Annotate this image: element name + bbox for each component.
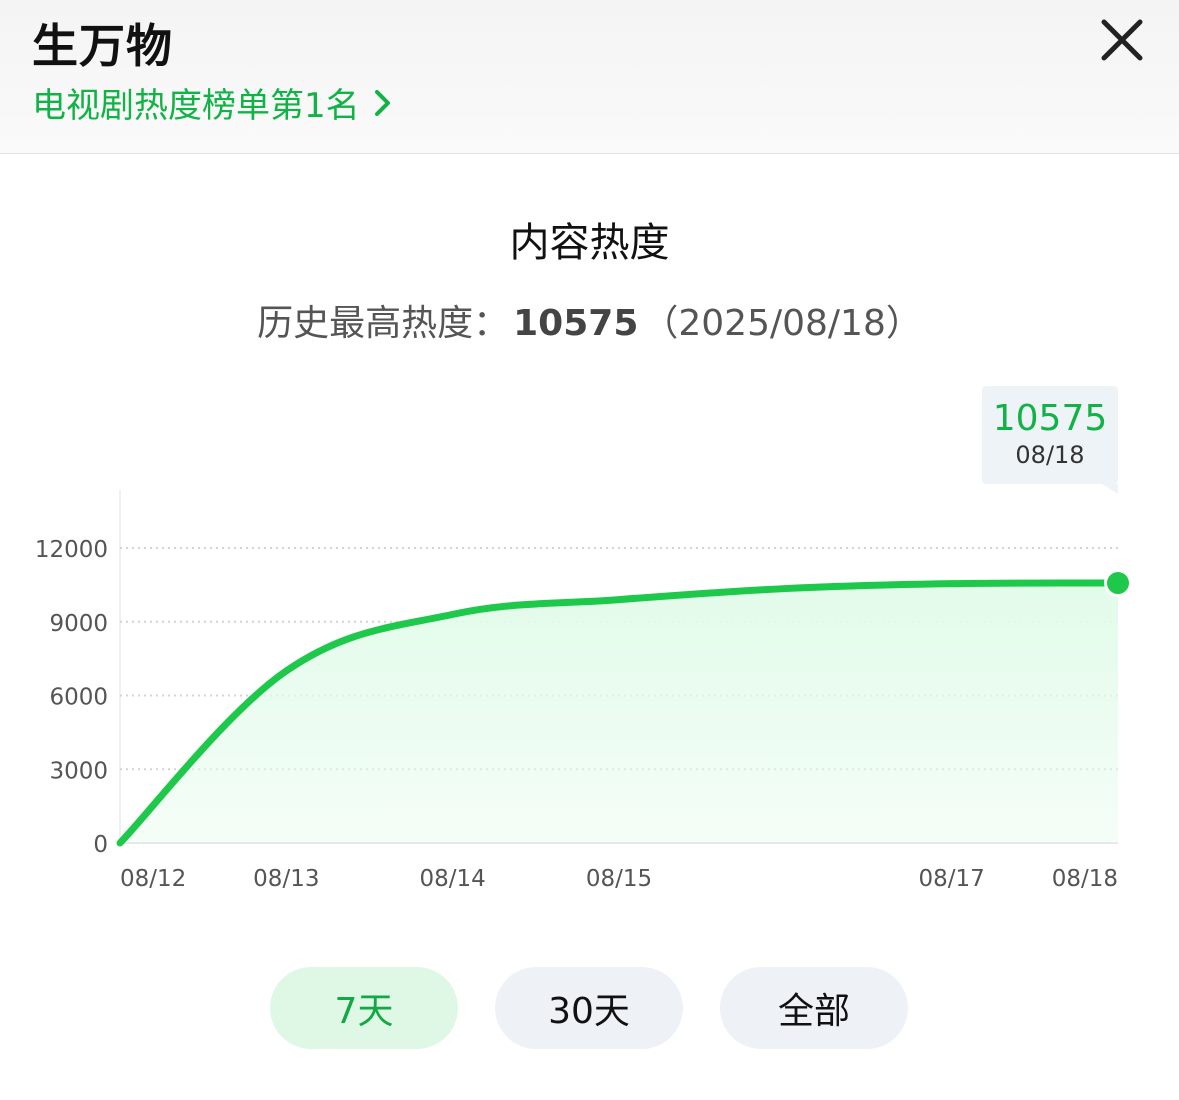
tooltip-date: 08/18: [1015, 441, 1085, 469]
y-tick-label: 6000: [49, 685, 108, 711]
peak-date: （2025/08/18）: [642, 303, 922, 344]
close-icon[interactable]: [1098, 16, 1146, 64]
page-title: 生万物: [32, 19, 173, 73]
peak-label: 历史最高热度：: [257, 303, 510, 344]
y-tick-label: 0: [93, 832, 108, 858]
section-title: 内容热度: [509, 220, 670, 266]
x-tick-label: 08/13: [253, 866, 319, 892]
y-tick-label: 12000: [35, 537, 108, 563]
y-tick-label: 9000: [49, 611, 108, 637]
chart-tooltip: 10575 08/18: [982, 386, 1118, 494]
y-tick-label: 3000: [49, 758, 108, 784]
heat-chart: 0 3000 6000 9000 12000 08/12 08/13 08/14 08/15 08…: [35, 490, 1132, 892]
peak-heat-line: 历史最高热度： 10575 （2025/08/18）: [0, 294, 1179, 346]
range-tab-7d[interactable]: 7天: [270, 967, 458, 1049]
x-tick-label: 08/14: [420, 866, 486, 892]
range-tab-30d[interactable]: 30天: [495, 967, 683, 1049]
series-area: [120, 583, 1118, 843]
range-tab-all[interactable]: 全部: [720, 967, 908, 1049]
peak-value: 10575: [513, 303, 639, 344]
x-tick-label: 08/15: [586, 866, 652, 892]
header: 生万物 电视剧热度榜单第1名: [0, 0, 1179, 154]
rank-link[interactable]: 电视剧热度榜单第1名: [32, 78, 394, 127]
x-tick-label: 08/17: [919, 866, 985, 892]
chevron-right-icon: [374, 89, 390, 116]
tooltip-value: 10575: [992, 398, 1108, 439]
x-tick-label: 08/12: [120, 866, 186, 892]
x-tick-label: 08/18: [1052, 866, 1118, 892]
rank-link-label: 电视剧热度榜单第1名: [32, 86, 360, 126]
highlight-point: [1107, 572, 1129, 595]
